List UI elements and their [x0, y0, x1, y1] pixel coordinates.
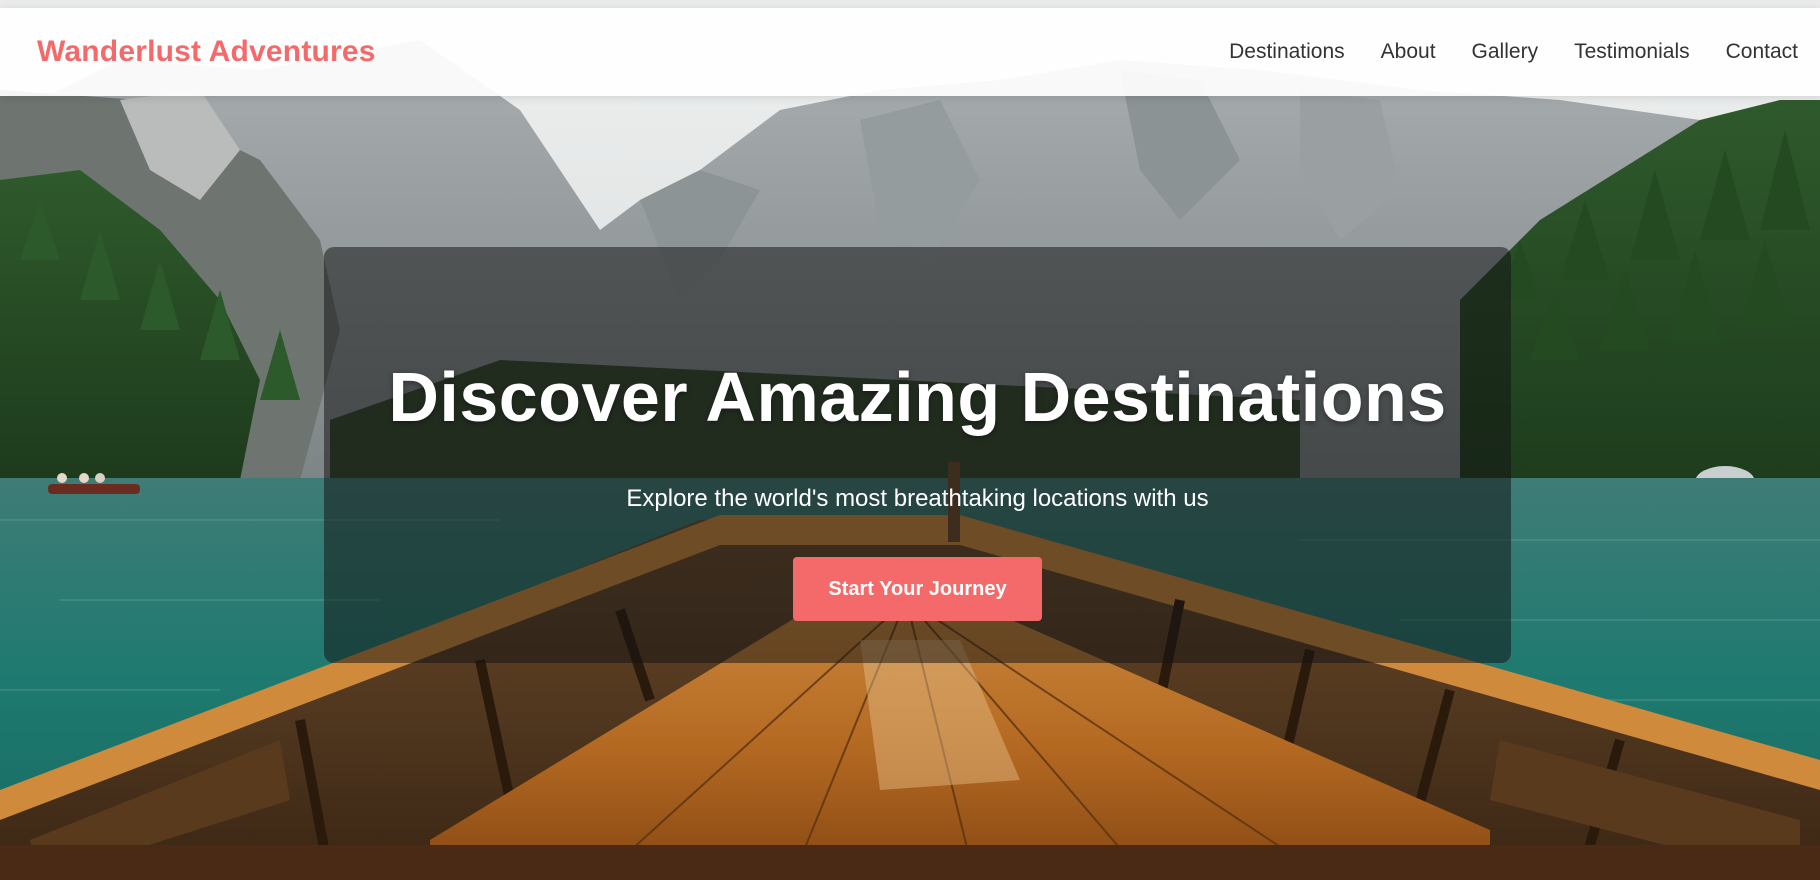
browser-top-edge [0, 0, 1820, 8]
nav-link-gallery[interactable]: Gallery [1472, 40, 1539, 64]
hero-overlay-card: Discover Amazing Destinations Explore th… [324, 247, 1511, 663]
nav-link-contact[interactable]: Contact [1726, 40, 1798, 64]
hero-subtitle: Explore the world's most breathtaking lo… [626, 485, 1209, 512]
nav-link-testimonials[interactable]: Testimonials [1574, 40, 1690, 64]
nav-link-about[interactable]: About [1381, 40, 1436, 64]
hero-title: Discover Amazing Destinations [388, 358, 1447, 436]
site-header: Wanderlust Adventures Destinations About… [0, 8, 1820, 96]
start-journey-button[interactable]: Start Your Journey [793, 557, 1042, 621]
page: Wanderlust Adventures Destinations About… [0, 0, 1820, 880]
nav-link-destinations[interactable]: Destinations [1229, 40, 1345, 64]
site-logo[interactable]: Wanderlust Adventures [37, 35, 376, 69]
main-nav: Destinations About Gallery Testimonials … [1229, 40, 1798, 64]
